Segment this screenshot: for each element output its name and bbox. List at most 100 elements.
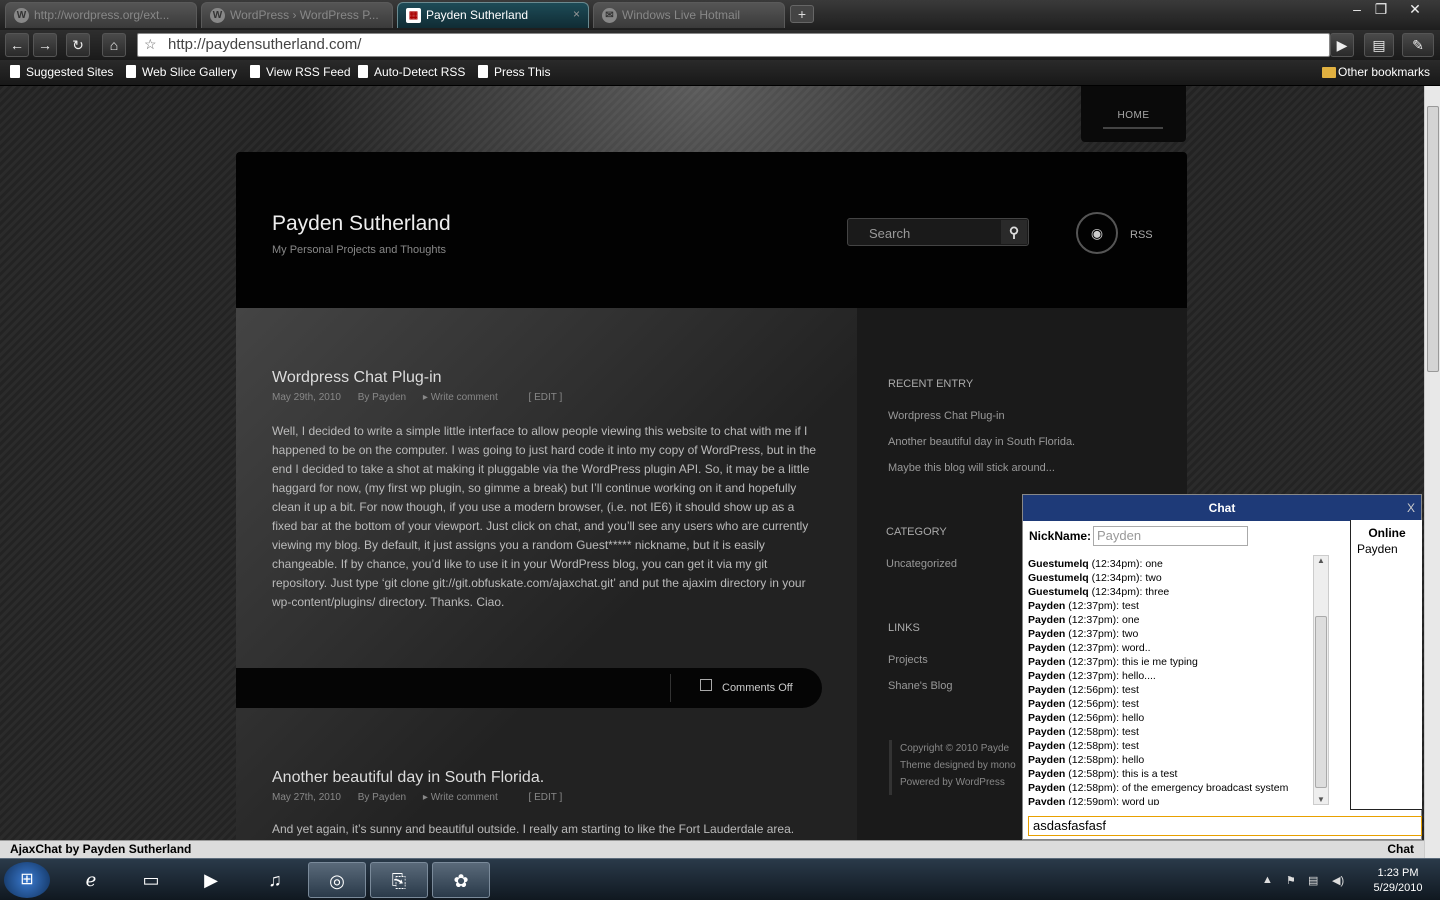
chat-message: Payden (12:37pm): word.. xyxy=(1028,641,1313,655)
powered-by[interactable]: Powered by WordPress xyxy=(900,774,1029,791)
wrench-icon[interactable]: ✎ xyxy=(1402,33,1434,57)
chat-message: Payden (12:56pm): test xyxy=(1028,683,1313,697)
edit-link[interactable]: [ EDIT ] xyxy=(529,792,563,803)
link-shanes-blog[interactable]: Shane's Blog xyxy=(888,680,952,692)
edit-link[interactable]: [ EDIT ] xyxy=(529,392,563,403)
clock-date: 5/29/2010 xyxy=(1373,882,1423,894)
chat-scrollbar[interactable]: ▲ ▼ xyxy=(1313,555,1329,805)
go-button[interactable]: ▶ xyxy=(1330,33,1354,57)
write-comment-link[interactable]: Write comment xyxy=(431,792,498,803)
chat-message: Payden (12:56pm): hello xyxy=(1028,711,1313,725)
other-bookmarks-folder[interactable]: Other bookmarks xyxy=(1320,65,1430,79)
write-comment-link[interactable]: Write comment xyxy=(431,392,498,403)
divider xyxy=(670,674,671,702)
scroll-down-icon[interactable]: ▼ xyxy=(1317,795,1325,804)
recent-link[interactable]: Wordpress Chat Plug-in xyxy=(888,410,1005,422)
address-bar[interactable]: ☆ http://paydensutherland.com/ xyxy=(137,33,1330,57)
post-title[interactable]: Another beautiful day in South Florida. xyxy=(272,769,544,787)
chat-message-user: Payden xyxy=(1028,740,1066,752)
chat-message: Payden (12:37pm): this ie me typing xyxy=(1028,655,1313,669)
chat-message: Guestumelq (12:34pm): three xyxy=(1028,585,1313,599)
new-tab-button[interactable]: + xyxy=(790,5,814,23)
site-title[interactable]: Payden Sutherland xyxy=(272,212,451,236)
chat-message-time: (12:58pm): xyxy=(1068,754,1120,766)
post-title[interactable]: Wordpress Chat Plug-in xyxy=(272,369,442,387)
tray-flag-icon[interactable]: ⚑ xyxy=(1286,874,1296,887)
media-player-icon[interactable]: ▶ xyxy=(182,862,240,898)
tray-expand-icon[interactable]: ▲ xyxy=(1262,874,1273,886)
chat-toggle-button[interactable]: Chat xyxy=(1387,842,1414,856)
close-tab-icon[interactable]: × xyxy=(573,7,580,21)
chat-message-text: two xyxy=(1145,572,1162,584)
chat-message-user: Guestumelq xyxy=(1028,586,1089,598)
bookmark-suggested-sites[interactable]: Suggested Sites xyxy=(8,65,113,79)
tray-volume-icon[interactable]: ◀) xyxy=(1332,874,1344,887)
page-scrollbar[interactable] xyxy=(1424,86,1440,858)
tray-network-icon[interactable]: ▤ xyxy=(1308,874,1318,887)
chat-message: Guestumelq (12:34pm): one xyxy=(1028,557,1313,571)
network-app-icon[interactable]: ⎘ xyxy=(370,862,428,898)
start-button[interactable]: ⊞ xyxy=(4,862,50,898)
gimp-icon[interactable]: ✿ xyxy=(432,862,490,898)
chat-header[interactable]: Chat X xyxy=(1023,495,1421,521)
chat-message-time: (12:56pm): xyxy=(1068,712,1120,724)
chat-message-time: (12:34pm): xyxy=(1091,558,1143,570)
tab-payden-sutherland[interactable]: ▦ Payden Sutherland × xyxy=(397,2,589,28)
ie-icon[interactable]: ℯ xyxy=(62,862,120,898)
chrome-icon[interactable]: ◎ xyxy=(308,862,366,898)
scroll-up-icon[interactable]: ▲ xyxy=(1317,556,1325,565)
chat-message-text: hello.... xyxy=(1121,670,1156,682)
back-button[interactable]: ← xyxy=(5,33,29,57)
explorer-icon[interactable]: ▭ xyxy=(122,862,180,898)
recent-link[interactable]: Maybe this blog will stick around... xyxy=(888,462,1055,474)
rss-link[interactable]: RSS xyxy=(1130,229,1153,241)
chat-message-time: (12:56pm): xyxy=(1068,698,1120,710)
page-scroll-thumb[interactable] xyxy=(1427,106,1439,372)
bookmarks-bar: Suggested Sites Web Slice Gallery View R… xyxy=(0,60,1440,86)
hotmail-icon: ✉ xyxy=(602,8,617,23)
category-link[interactable]: Uncategorized xyxy=(886,558,957,570)
rss-icon[interactable]: ◉ xyxy=(1076,212,1118,254)
nickname-input[interactable]: Payden xyxy=(1093,526,1248,546)
bookmark-auto-detect-rss[interactable]: Auto-Detect RSS xyxy=(356,65,465,79)
chat-message-text: hello xyxy=(1121,754,1145,766)
star-icon[interactable]: ☆ xyxy=(144,36,157,53)
chat-message-text: this is a test xyxy=(1121,768,1178,780)
post-author[interactable]: By Payden xyxy=(358,792,406,803)
chat-message-text: of the emergency broadcast system xyxy=(1121,782,1289,794)
search-icon[interactable]: ⚲ xyxy=(1001,220,1027,244)
chat-scroll-thumb[interactable] xyxy=(1315,616,1327,788)
bookmark-view-rss-feed[interactable]: View RSS Feed xyxy=(248,65,351,79)
system-clock[interactable]: 1:23 PM 5/29/2010 xyxy=(1362,866,1434,896)
tab-wordpress-ext[interactable]: Whttp://wordpress.org/ext... xyxy=(5,2,197,28)
post-author[interactable]: By Payden xyxy=(358,392,406,403)
online-users-panel: Online Payden xyxy=(1350,520,1422,810)
home-button[interactable]: ⌂ xyxy=(102,33,126,57)
online-user[interactable]: Payden xyxy=(1357,542,1398,556)
chat-message-time: (12:37pm): xyxy=(1068,642,1120,654)
chat-message-text: test xyxy=(1121,600,1139,612)
chat-message-input[interactable]: asdasfasfasf xyxy=(1028,816,1422,836)
chat-message-time: (12:56pm): xyxy=(1068,684,1120,696)
chat-message: Payden (12:59pm): word up xyxy=(1028,795,1313,805)
chat-close-button[interactable]: X xyxy=(1407,495,1415,521)
page-menu-icon[interactable]: ▤ xyxy=(1364,33,1394,57)
close-window-button[interactable]: ✕ xyxy=(1400,0,1430,20)
recent-link[interactable]: Another beautiful day in South Florida. xyxy=(888,436,1075,448)
search-input[interactable]: Search ⚲ xyxy=(847,218,1029,246)
chat-message-time: (12:37pm): xyxy=(1068,656,1120,668)
forward-button[interactable]: → xyxy=(33,33,57,57)
tab-wordpress-plugins[interactable]: W WordPress › WordPress P... xyxy=(201,2,393,28)
chat-message: Payden (12:37pm): hello.... xyxy=(1028,669,1313,683)
clock-time: 1:23 PM xyxy=(1377,867,1419,879)
itunes-icon[interactable]: ♫ xyxy=(246,862,304,898)
reload-button[interactable]: ↻ xyxy=(66,33,90,57)
bookmark-press-this[interactable]: Press This xyxy=(476,65,550,79)
nav-home[interactable]: HOME xyxy=(1081,86,1186,142)
chat-message-time: (12:37pm): xyxy=(1068,614,1120,626)
link-projects[interactable]: Projects xyxy=(888,654,928,666)
tab-hotmail[interactable]: ✉ Windows Live Hotmail xyxy=(593,2,785,28)
bookmark-web-slice-gallery[interactable]: Web Slice Gallery xyxy=(124,65,237,79)
post-date: May 29th, 2010 xyxy=(272,392,341,403)
maximize-button[interactable]: ❐ xyxy=(1366,0,1396,20)
